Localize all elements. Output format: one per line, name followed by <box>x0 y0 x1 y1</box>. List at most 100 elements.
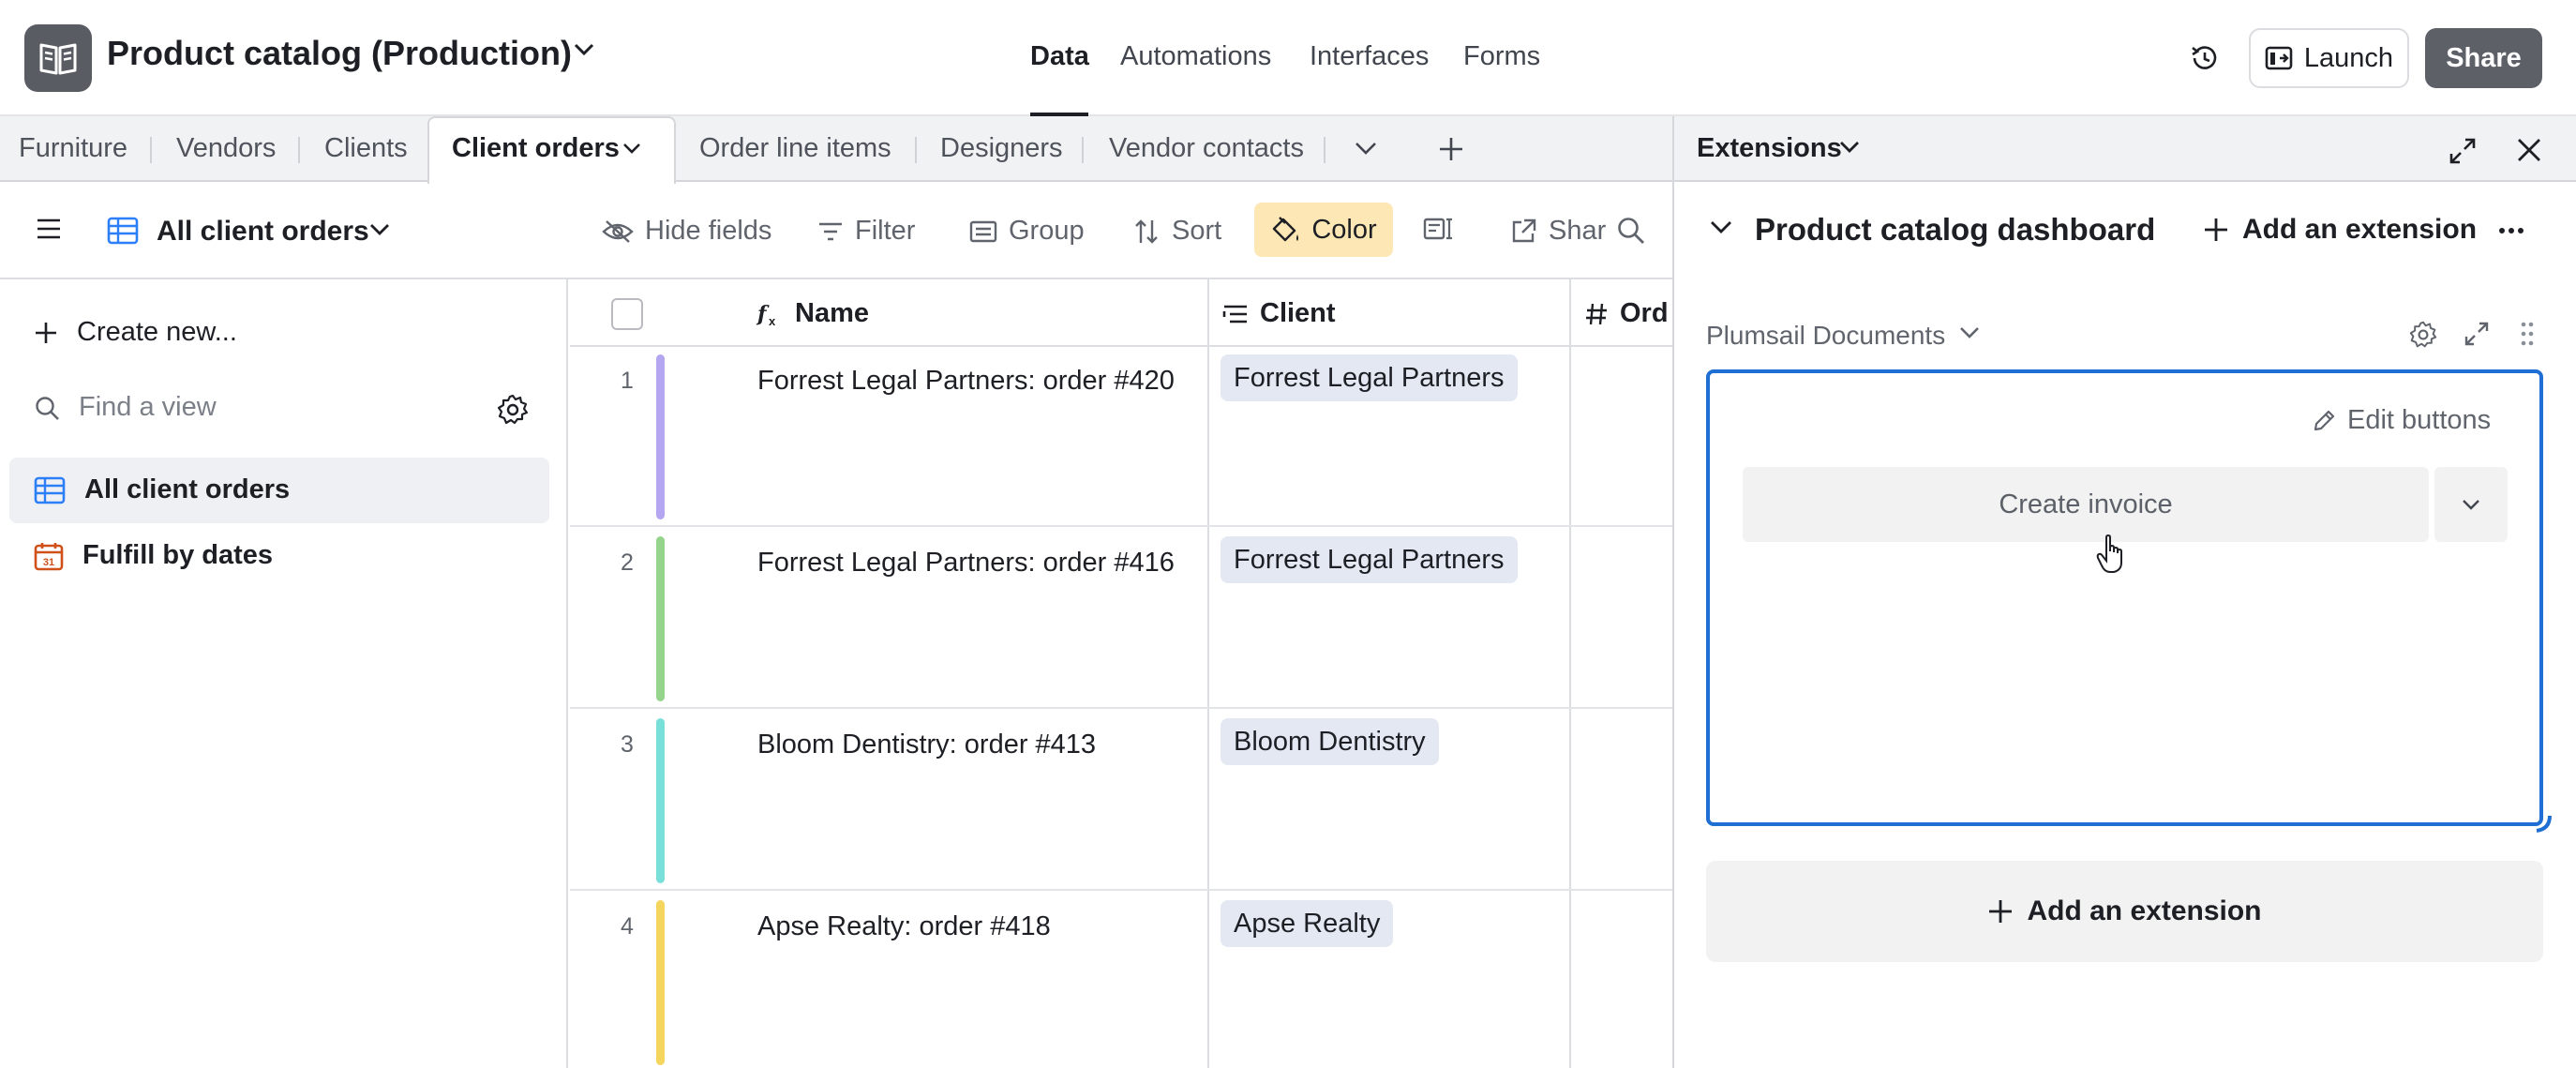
column-header-client[interactable]: Client <box>1222 298 1336 329</box>
row-height-button[interactable] <box>1423 216 1455 242</box>
chevron-down-icon[interactable] <box>1354 141 1378 156</box>
extension-name[interactable]: Plumsail Documents <box>1706 321 1945 351</box>
tab-separator <box>150 137 152 163</box>
nav-tab-data[interactable]: Data <box>1030 41 1089 72</box>
gear-icon[interactable] <box>2409 321 2437 349</box>
record-name[interactable]: Apse Realty: order #418 <box>757 911 1051 942</box>
group-icon <box>969 219 997 244</box>
column-header-name[interactable]: fx Name <box>756 298 869 329</box>
tab-separator <box>1082 137 1084 163</box>
drag-handle-icon[interactable] <box>2520 321 2535 347</box>
tab-designers[interactable]: Designers <box>940 133 1063 164</box>
chevron-down-icon[interactable] <box>1710 219 1732 234</box>
color-label: Color <box>1311 214 1377 245</box>
grid-icon <box>34 476 66 504</box>
find-view-placeholder: Find a view <box>79 392 217 422</box>
tab-separator <box>1324 137 1325 163</box>
nav-tab-interfaces[interactable]: Interfaces <box>1310 41 1429 72</box>
sort-button[interactable]: Sort <box>1132 216 1221 247</box>
paint-bucket-icon <box>1270 216 1300 244</box>
dashboard-title[interactable]: Product catalog dashboard <box>1755 212 2155 248</box>
plus-icon <box>2203 217 2229 243</box>
client-chip[interactable]: Bloom Dentistry <box>1221 718 1439 765</box>
formula-icon: fx <box>756 300 784 328</box>
sidebar-item-fulfill-by-dates[interactable]: 31 Fulfill by dates <box>34 540 273 571</box>
chevron-down-icon[interactable] <box>369 223 390 236</box>
select-all-checkbox[interactable] <box>611 298 643 330</box>
tab-furniture[interactable]: Furniture <box>19 133 127 164</box>
tab-client-orders-label: Client orders <box>452 133 620 163</box>
chevron-down-icon <box>2462 499 2480 510</box>
column-header-order[interactable]: Ord <box>1584 298 1669 329</box>
hide-fields-button[interactable]: Hide fields <box>602 216 771 247</box>
fullscreen-icon[interactable] <box>2464 321 2490 347</box>
record-name[interactable]: Forrest Legal Partners: order #420 <box>757 366 1175 397</box>
row-divider <box>570 889 1672 891</box>
close-icon[interactable] <box>2516 137 2542 163</box>
chevron-down-icon[interactable] <box>1959 326 1980 339</box>
grid-header <box>570 279 1672 347</box>
share-view-button[interactable]: Shar <box>1509 216 1606 247</box>
nav-tab-forms[interactable]: Forms <box>1463 41 1540 72</box>
add-extension-button[interactable]: Add an extension <box>2203 214 2477 246</box>
resize-handle-icon[interactable] <box>2531 812 2552 833</box>
row-color-bar <box>656 900 665 1065</box>
menu-icon[interactable] <box>36 218 62 240</box>
eye-off-icon <box>602 219 634 244</box>
extension-frame <box>1706 369 2543 826</box>
find-view-input[interactable]: Find a view <box>34 392 217 423</box>
record-name[interactable]: Bloom Dentistry: order #413 <box>757 730 1096 760</box>
column-header-label: Ord <box>1620 298 1669 328</box>
book-open-icon[interactable] <box>24 24 92 92</box>
invoice-options-dropdown[interactable] <box>2434 467 2508 542</box>
calendar-icon: 31 <box>34 541 64 571</box>
share-view-label: Shar <box>1549 216 1607 246</box>
nav-tab-automations[interactable]: Automations <box>1120 41 1271 72</box>
row-number: 1 <box>621 368 634 394</box>
search-icon <box>1616 216 1646 246</box>
tab-separator <box>298 137 300 163</box>
add-table-icon[interactable] <box>1437 135 1465 163</box>
client-chip[interactable]: Apse Realty <box>1221 900 1394 947</box>
edit-buttons-link[interactable]: Edit buttons <box>2312 405 2491 436</box>
launch-icon <box>2265 45 2293 71</box>
row-number: 4 <box>621 913 634 940</box>
linked-record-icon <box>1222 303 1249 325</box>
hand-cursor-icon <box>2096 534 2126 574</box>
tab-vendors[interactable]: Vendors <box>176 133 276 164</box>
row-height-icon <box>1423 216 1455 242</box>
extensions-title[interactable]: Extensions <box>1697 133 1842 164</box>
color-button[interactable]: Color <box>1254 203 1393 257</box>
launch-button[interactable]: Launch <box>2249 28 2409 88</box>
sidebar-item-all-client-orders[interactable]: All client orders <box>34 474 290 505</box>
tab-order-line-items[interactable]: Order line items <box>699 133 891 164</box>
create-invoice-button[interactable]: Create invoice <box>1743 467 2429 542</box>
tab-separator <box>915 137 917 163</box>
share-button[interactable]: Share <box>2425 28 2542 88</box>
tab-clients[interactable]: Clients <box>324 133 408 164</box>
record-name[interactable]: Forrest Legal Partners: order #416 <box>757 548 1175 579</box>
client-chip[interactable]: Forrest Legal Partners <box>1221 354 1518 401</box>
base-title[interactable]: Product catalog (Production) <box>107 34 572 73</box>
column-header-label: Client <box>1260 298 1336 328</box>
add-extension-bottom-button[interactable]: Add an extension <box>1706 861 2543 962</box>
chevron-down-icon[interactable] <box>622 143 641 154</box>
group-button[interactable]: Group <box>969 216 1085 247</box>
gear-icon[interactable] <box>497 394 529 426</box>
view-name[interactable]: All client orders <box>157 216 369 248</box>
search-icon <box>34 395 60 421</box>
expand-icon[interactable] <box>2449 137 2477 165</box>
search-button[interactable] <box>1610 216 1646 246</box>
svg-text:f: f <box>756 302 770 326</box>
filter-button[interactable]: Filter <box>817 216 915 247</box>
chevron-down-icon[interactable] <box>1839 141 1860 154</box>
sidebar-item-label: Fulfill by dates <box>82 540 274 570</box>
client-chip[interactable]: Forrest Legal Partners <box>1221 536 1518 583</box>
plus-icon <box>34 321 58 345</box>
tab-vendor-contacts[interactable]: Vendor contacts <box>1109 133 1304 164</box>
create-new-view-button[interactable]: Create new... <box>34 317 237 348</box>
history-icon[interactable] <box>2190 43 2220 73</box>
more-icon[interactable] <box>2498 227 2524 234</box>
chevron-down-icon[interactable] <box>574 43 594 56</box>
add-extension-label: Add an extension <box>2027 895 2262 926</box>
